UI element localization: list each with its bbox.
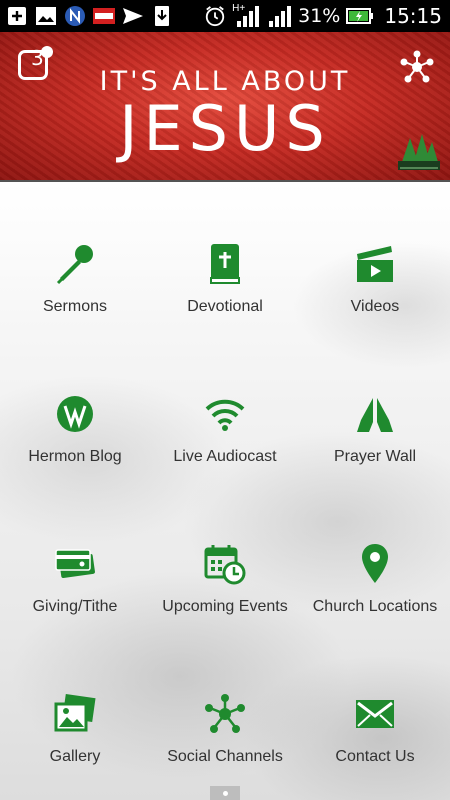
- notification-icons: [0, 5, 173, 27]
- credit-cards-icon: [53, 542, 97, 586]
- map-pin-icon: [353, 542, 397, 586]
- bible-icon: [203, 242, 247, 286]
- menu-item-sermons[interactable]: Sermons: [0, 242, 150, 352]
- page-indicator[interactable]: [210, 786, 240, 800]
- menu-item-giving-tithe[interactable]: Giving/Tithe: [0, 542, 150, 652]
- envelope-icon: [353, 692, 397, 736]
- menu-item-live-audiocast[interactable]: Live Audiocast: [150, 392, 300, 502]
- menu-item-devotional[interactable]: Devotional: [150, 242, 300, 352]
- menu-item-prayer-wall[interactable]: Prayer Wall: [300, 392, 450, 502]
- punch-app-icon: [93, 5, 115, 27]
- menu-item-upcoming-events[interactable]: Upcoming Events: [150, 542, 300, 652]
- page-dot: [222, 790, 228, 796]
- notification-dot: [41, 46, 53, 58]
- photos-icon: [53, 692, 97, 736]
- wifi-icon: [203, 392, 247, 436]
- add-icon: [6, 5, 28, 27]
- clock: 15:15: [384, 4, 442, 28]
- alarm-icon: [204, 5, 226, 27]
- menu-item-gallery[interactable]: Gallery: [0, 692, 150, 800]
- download-icon: [151, 5, 173, 27]
- system-icons: H+ 31% 15:15: [204, 3, 450, 28]
- banner-title-main: JESUS: [119, 92, 331, 165]
- n-app-icon: [64, 5, 86, 27]
- send-icon: [122, 5, 144, 27]
- battery-icon: [346, 5, 374, 27]
- menu-item-social-channels[interactable]: Social Channels: [150, 692, 300, 800]
- menu-item-hermon-blog[interactable]: Hermon Blog: [0, 392, 150, 502]
- menu-grid: Sermons Devotional Videos Hermon Blog Li…: [0, 182, 450, 800]
- calendar-clock-icon: [203, 542, 247, 586]
- clapperboard-icon: [353, 242, 397, 286]
- menu-item-videos[interactable]: Videos: [300, 242, 450, 352]
- microphone-icon: [53, 242, 97, 286]
- share-network-icon: [400, 50, 434, 83]
- church-logo: [398, 132, 440, 172]
- share-button[interactable]: [400, 50, 434, 84]
- header-banner: 3 IT'S ALL ABOUT JESUS: [0, 32, 450, 180]
- status-bar: H+ 31% 15:15: [0, 0, 450, 32]
- image-icon: [35, 5, 57, 27]
- battery-percentage: 31%: [298, 5, 341, 27]
- signal-icon: [268, 5, 292, 27]
- menu-item-church-locations[interactable]: Church Locations: [300, 542, 450, 652]
- menu-item-contact-us[interactable]: Contact Us: [300, 692, 450, 800]
- network-type-icon: H+: [232, 3, 262, 27]
- wordpress-icon: [53, 392, 97, 436]
- praying-hands-icon: [353, 392, 397, 436]
- network-icon: [203, 692, 247, 736]
